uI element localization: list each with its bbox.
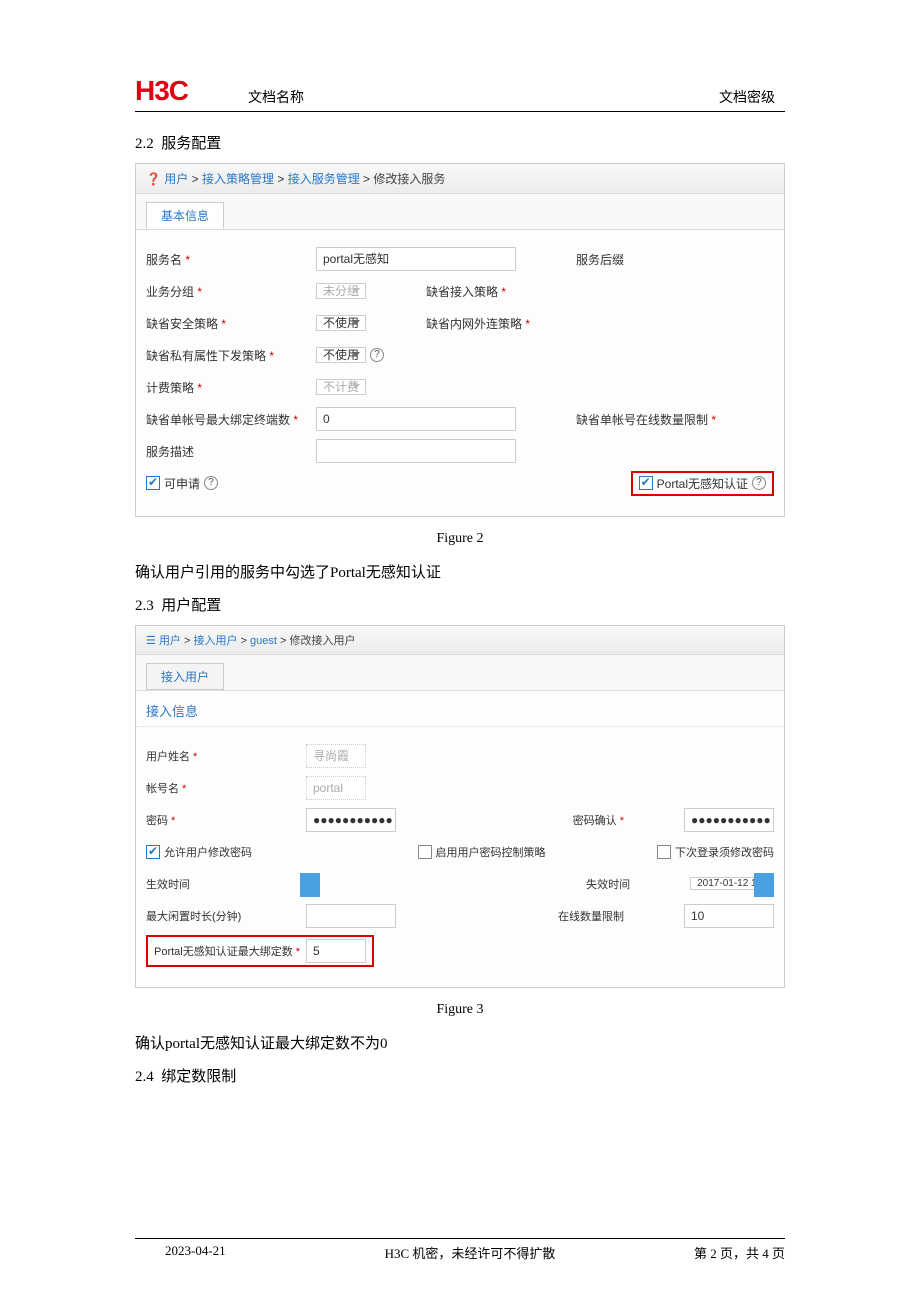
tab-access-user[interactable]: 接入用户 (146, 663, 224, 690)
section-num: 2.3 (135, 598, 154, 614)
doc-header: H3C 文档名称 文档密级 (135, 75, 785, 112)
label-account: 帐号名 (146, 780, 306, 796)
input-password[interactable]: ●●●●●●●●●●● (306, 808, 396, 832)
input-service-name[interactable]: portal无感知 (316, 247, 516, 271)
input-max-bind[interactable]: 0 (316, 407, 516, 431)
figure-2-caption: Figure 2 (135, 531, 785, 547)
section-num: 2.4 (135, 1069, 154, 1085)
breadcrumb-current: 修改接入用户 (290, 635, 356, 647)
label-expire: 失效时间 (586, 876, 630, 892)
label-max-bind: 缺省单帐号最大绑定终端数 (146, 411, 316, 428)
footer-confidential: H3C 机密，未经许可不得扩散 (285, 1243, 655, 1262)
help-icon[interactable]: ? (370, 348, 384, 362)
footer-date: 2023-04-21 (135, 1243, 285, 1262)
label-password-confirm: 密码确认 (573, 812, 624, 828)
breadcrumb: ☰ 用户 > 接入用户 > guest > 修改接入用户 (136, 626, 784, 655)
label-default-intra: 缺省内网外连策略 (426, 315, 530, 332)
doc-security: 文档密级 (719, 87, 775, 107)
input-password-confirm[interactable]: ●●●●●●●●●●● (684, 808, 774, 832)
doc-footer: 2023-04-21 H3C 机密，未经许可不得扩散 第 2 页，共 4 页 (135, 1238, 785, 1262)
label-effective: 生效时间 (146, 876, 306, 892)
label-online-limit: 缺省单帐号在线数量限制 (576, 411, 716, 428)
chevron-down-icon (352, 288, 360, 293)
checkbox-enable-pwd-policy[interactable] (418, 845, 432, 859)
calendar-icon[interactable] (300, 873, 320, 897)
tab-basic-info[interactable]: 基本信息 (146, 202, 224, 229)
section-num: 2.2 (135, 136, 154, 152)
tab-strip: 基本信息 (136, 194, 784, 230)
section-title: 绑定数限制 (161, 1069, 236, 1085)
label-service-suffix: 服务后缀 (576, 251, 624, 268)
footer-page: 第 2 页，共 4 页 (655, 1243, 785, 1262)
label-enable-pwd-policy: 启用用户密码控制策略 (436, 844, 546, 860)
label-username: 用户姓名 (146, 748, 306, 764)
text-after-figure-3: 确认portal无感知认证最大绑定数不为0 (135, 1032, 785, 1053)
breadcrumb-link[interactable]: 接入服务管理 (288, 172, 360, 186)
input-online-limit[interactable]: 10 (684, 904, 774, 928)
label-apply: 可申请 (164, 475, 200, 492)
help-icon: ❓ (146, 172, 161, 186)
checkbox-allow-change[interactable] (146, 845, 160, 859)
figure-3-caption: Figure 3 (135, 1002, 785, 1018)
section-title: 服务配置 (161, 136, 221, 152)
help-icon[interactable]: ? (752, 476, 766, 490)
input-max-idle[interactable] (306, 904, 396, 928)
checkbox-portal-auth[interactable] (639, 476, 653, 490)
figure-3-screenshot: ☰ 用户 > 接入用户 > guest > 修改接入用户 接入用户 接入信息 用… (135, 625, 785, 988)
label-next-login-change: 下次登录须修改密码 (675, 844, 774, 860)
list-icon: ☰ (146, 635, 156, 647)
label-password: 密码 (146, 812, 306, 828)
calendar-icon[interactable] (754, 873, 774, 897)
logo: H3C (135, 75, 188, 107)
section-2-3: 2.3 用户配置 (135, 594, 785, 615)
breadcrumb-link[interactable]: 用户 (164, 172, 188, 186)
input-desc[interactable] (316, 439, 516, 463)
breadcrumb-current: 修改接入服务 (373, 172, 445, 186)
tab-strip: 接入用户 (136, 655, 784, 691)
label-online-limit-3: 在线数量限制 (558, 908, 624, 924)
section-2-4: 2.4 绑定数限制 (135, 1065, 785, 1086)
breadcrumb-link[interactable]: guest (250, 635, 277, 647)
help-icon[interactable]: ? (204, 476, 218, 490)
input-username[interactable]: 寻尚霞 (306, 744, 366, 768)
label-default-priv: 缺省私有属性下发策略 (146, 347, 316, 364)
label-allow-change: 允许用户修改密码 (164, 844, 252, 860)
section-header-access-info: 接入信息 (136, 691, 784, 727)
text-after-figure-2: 确认用户引用的服务中勾选了Portal无感知认证 (135, 561, 785, 582)
input-account[interactable]: portal (306, 776, 366, 800)
label-service-name: 服务名 (146, 251, 316, 268)
label-portal-max-bind: Portal无感知认证最大绑定数 (154, 943, 306, 959)
checkbox-apply[interactable] (146, 476, 160, 490)
doc-title: 文档名称 (248, 87, 719, 107)
label-biz-group: 业务分组 (146, 283, 316, 300)
figure-2-screenshot: ❓ 用户 > 接入策略管理 > 接入服务管理 > 修改接入服务 基本信息 服务名… (135, 163, 785, 517)
highlight-portal-max-bind: Portal无感知认证最大绑定数 5 (146, 935, 374, 967)
input-portal-max-bind[interactable]: 5 (306, 939, 366, 963)
section-title: 用户配置 (161, 598, 221, 614)
label-default-access: 缺省接入策略 (426, 283, 506, 300)
chevron-down-icon (352, 320, 360, 325)
chevron-down-icon (352, 384, 360, 389)
label-max-idle: 最大闲置时长(分钟) (146, 908, 306, 924)
breadcrumb-link[interactable]: 接入策略管理 (202, 172, 274, 186)
highlight-portal-auth: Portal无感知认证 ? (631, 471, 774, 496)
label-default-sec: 缺省安全策略 (146, 315, 316, 332)
breadcrumb-link[interactable]: 接入用户 (193, 635, 237, 647)
label-billing: 计费策略 (146, 379, 316, 396)
checkbox-next-login-change[interactable] (657, 845, 671, 859)
breadcrumb-link[interactable]: 用户 (159, 635, 181, 647)
breadcrumb: ❓ 用户 > 接入策略管理 > 接入服务管理 > 修改接入服务 (136, 164, 784, 194)
chevron-down-icon (352, 352, 360, 357)
label-desc: 服务描述 (146, 443, 316, 460)
label-portal-auth: Portal无感知认证 (657, 475, 748, 492)
section-2-2: 2.2 服务配置 (135, 132, 785, 153)
